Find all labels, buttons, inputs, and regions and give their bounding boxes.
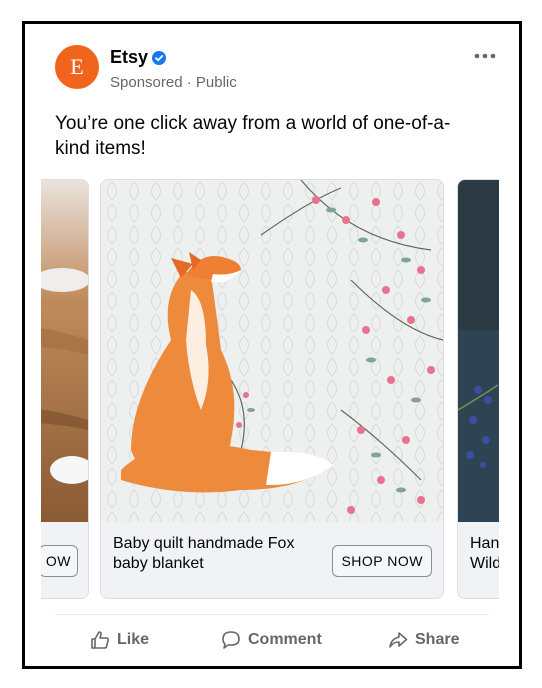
more-options-icon[interactable]: [471, 46, 499, 66]
carousel[interactable]: OW Baby quilt handmade Fox baby blanket …: [41, 179, 499, 599]
action-bar: Like Comment Share: [25, 620, 519, 660]
card-footer-prev: OW: [41, 522, 88, 598]
shop-now-button[interactable]: SHOP NOW: [332, 545, 432, 577]
card-footer-main: Baby quilt handmade Fox baby blanket SHO…: [101, 522, 443, 598]
product-image-fox-quilt: [101, 180, 443, 522]
comment-button[interactable]: Comment: [220, 620, 322, 660]
page-name[interactable]: Etsy: [110, 47, 167, 68]
carousel-card-prev[interactable]: OW: [41, 179, 89, 599]
action-divider: [55, 614, 489, 615]
product-image-next: [458, 180, 499, 522]
post-caption: You’re one click away from a world of on…: [55, 113, 451, 159]
product-image-prev: [41, 180, 88, 522]
product-title[interactable]: Baby quilt handmade Fox baby blanket: [113, 534, 323, 574]
comment-label: Comment: [248, 631, 322, 648]
comment-icon: [222, 631, 240, 649]
share-label: Share: [415, 631, 460, 648]
avatar[interactable]: E: [55, 45, 99, 89]
post-header: E Etsy Sponsored · Public: [55, 44, 499, 92]
ad-post: E Etsy Sponsored · Public You’re one cli…: [22, 21, 522, 669]
shop-now-button-prev[interactable]: OW: [41, 545, 78, 577]
share-button[interactable]: Share: [387, 620, 459, 660]
like-label: Like: [117, 631, 150, 648]
audience-label: Public: [195, 74, 237, 91]
post-meta: Sponsored · Public: [110, 74, 237, 91]
carousel-card-next[interactable]: Han Wild: [457, 179, 499, 599]
card-footer-next: Han Wild: [458, 522, 499, 598]
page-name-label[interactable]: Etsy: [110, 47, 148, 68]
carousel-card-main[interactable]: Baby quilt handmade Fox baby blanket SHO…: [100, 179, 444, 599]
like-icon: [91, 631, 109, 649]
product-title-next[interactable]: Han Wild: [470, 534, 499, 574]
meta-separator: ·: [186, 74, 192, 91]
sponsored-label[interactable]: Sponsored: [110, 74, 183, 91]
like-button[interactable]: Like: [89, 620, 149, 660]
share-icon: [389, 632, 408, 648]
verified-badge-icon: [152, 50, 167, 65]
